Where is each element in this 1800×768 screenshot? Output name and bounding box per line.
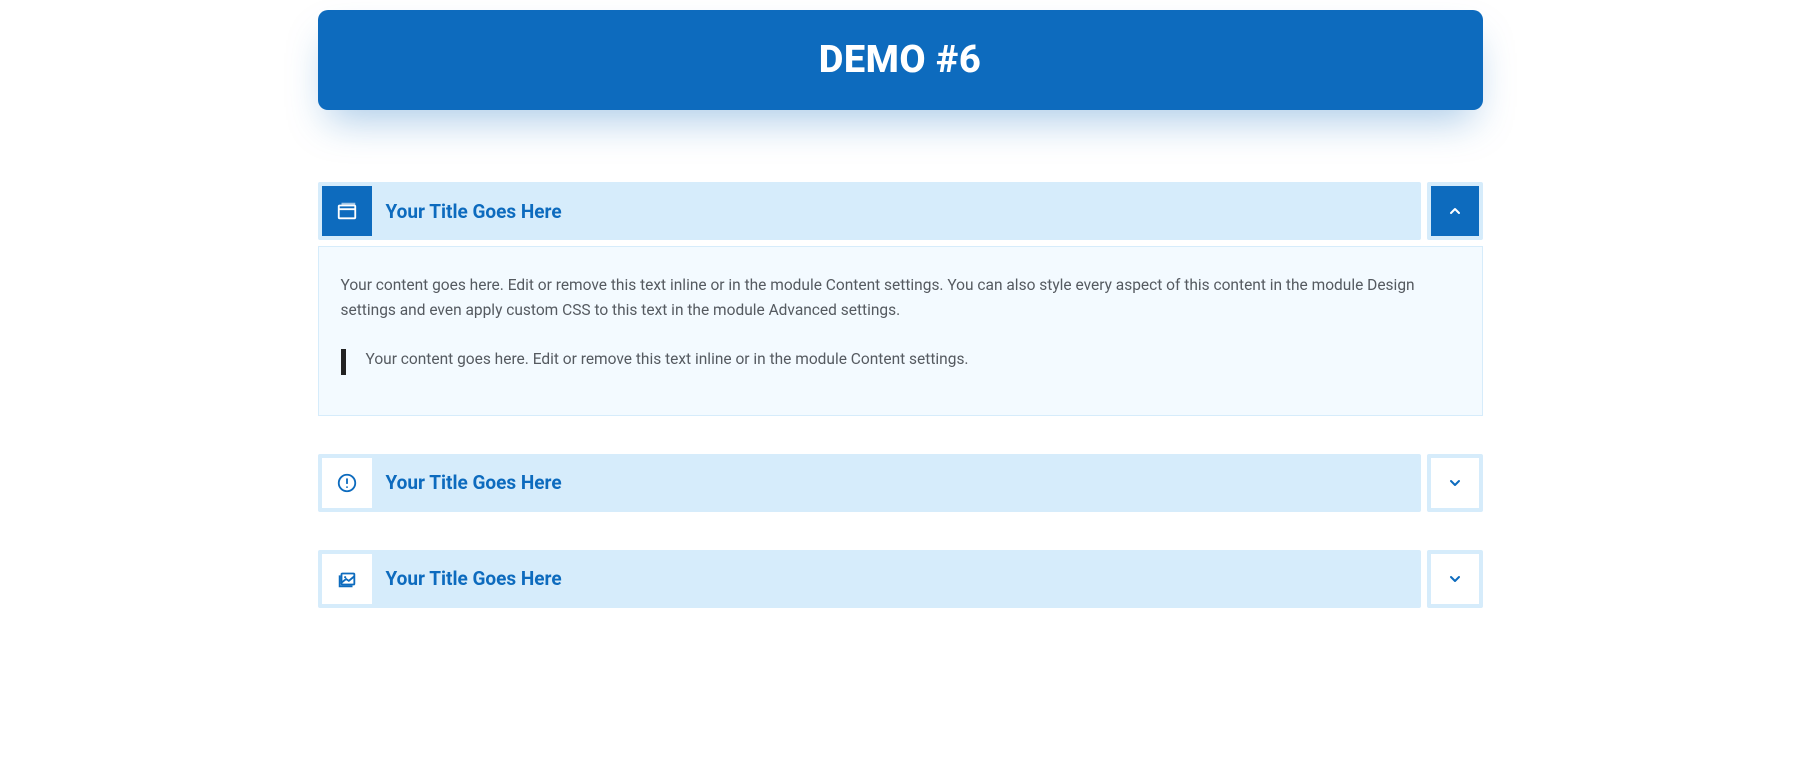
accordion-title: Your Title Goes Here (372, 200, 562, 223)
quote-text: Your content goes here. Edit or remove t… (366, 347, 969, 372)
accordion-content-text: Your content goes here. Edit or remove t… (341, 273, 1460, 323)
accordion-item: Your Title Goes Here (318, 454, 1483, 512)
chevron-down-icon (1431, 554, 1479, 604)
window-icon (322, 186, 372, 236)
accordion-chevron-button[interactable] (1427, 454, 1483, 512)
accordion-chevron-button[interactable] (1427, 550, 1483, 608)
accordion-header: Your Title Goes Here (318, 454, 1483, 512)
accordion-chevron-button[interactable] (1427, 182, 1483, 240)
demo-header: DEMO #6 (318, 10, 1483, 110)
quote-bar (341, 349, 346, 375)
accordion-title: Your Title Goes Here (372, 471, 562, 494)
images-icon (322, 554, 372, 604)
accordion-body: Your content goes here. Edit or remove t… (318, 246, 1483, 416)
chevron-up-icon (1431, 186, 1479, 236)
accordion-toggle[interactable]: Your Title Goes Here (318, 182, 1421, 240)
accordion-item: Your Title Goes Here (318, 550, 1483, 608)
accordion-item: Your Title Goes Here Your content goes h… (318, 182, 1483, 416)
alert-circle-icon (322, 458, 372, 508)
quote-block: Your content goes here. Edit or remove t… (341, 347, 1460, 375)
accordion-toggle[interactable]: Your Title Goes Here (318, 454, 1421, 512)
demo-title: DEMO #6 (819, 38, 982, 82)
accordion-title: Your Title Goes Here (372, 567, 562, 590)
accordion-header: Your Title Goes Here (318, 182, 1483, 240)
accordion-header: Your Title Goes Here (318, 550, 1483, 608)
accordion-toggle[interactable]: Your Title Goes Here (318, 550, 1421, 608)
chevron-down-icon (1431, 458, 1479, 508)
